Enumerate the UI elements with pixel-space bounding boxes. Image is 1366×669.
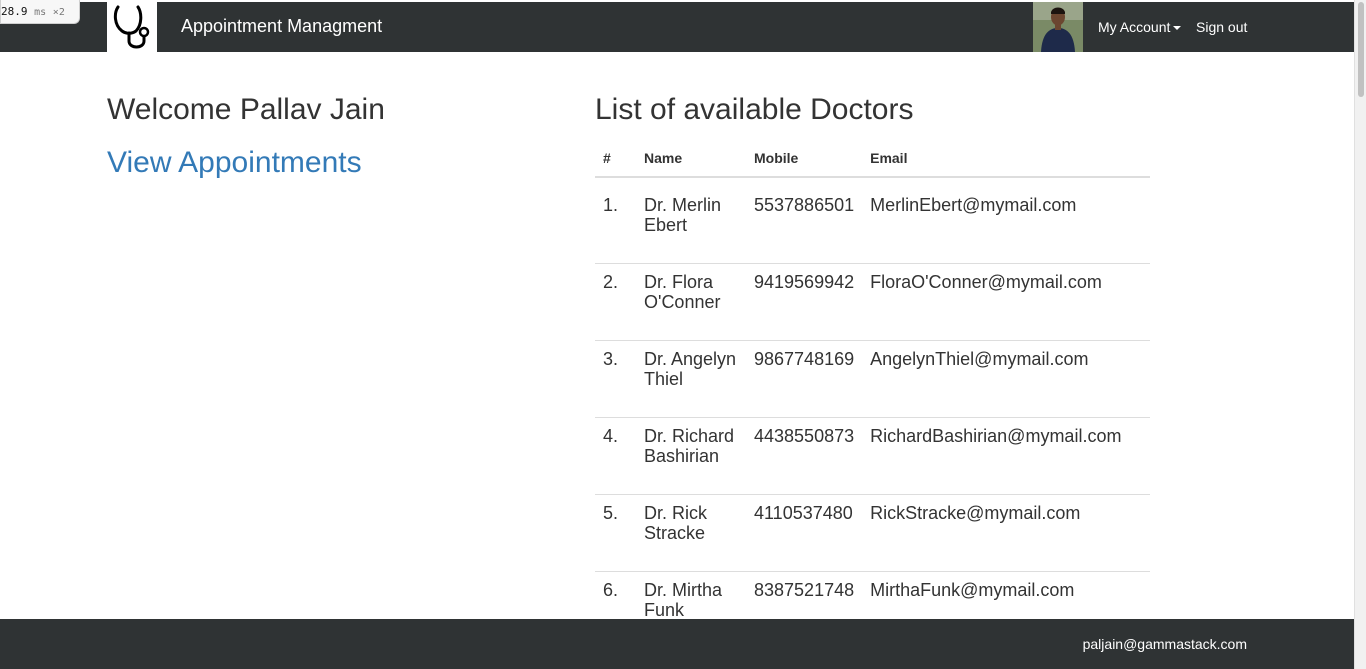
header-name: Name <box>636 140 746 178</box>
doctor-mobile: 5537886501 <box>746 177 863 264</box>
doctors-table: # Name Mobile Email 1. Dr. Merlin Ebert … <box>595 140 1150 649</box>
table-row: 3. Dr. Angelyn Thiel 9867748169 AngelynT… <box>595 340 1150 418</box>
doctor-name: Dr. Richard Bashirian <box>636 417 746 495</box>
scrollbar-thumb[interactable] <box>1358 2 1364 97</box>
doctors-list-title: List of available Doctors <box>595 93 914 126</box>
header-email: Email <box>862 140 1150 178</box>
avatar[interactable] <box>1033 2 1083 52</box>
logo[interactable] <box>107 2 157 52</box>
doctor-email: RichardBashirian@mymail.com <box>862 417 1150 495</box>
row-number: 2. <box>595 263 636 341</box>
sign-out-link[interactable]: Sign out <box>1196 18 1247 36</box>
doctor-name: Dr. Rick Stracke <box>636 494 746 572</box>
doctor-email: AngelynThiel@mymail.com <box>862 340 1150 418</box>
table-header-row: # Name Mobile Email <box>595 140 1150 178</box>
stethoscope-icon <box>113 5 150 49</box>
brand-title[interactable]: Appointment Managment <box>181 16 382 36</box>
table-row: 4. Dr. Richard Bashirian 4438550873 Rich… <box>595 417 1150 495</box>
table-row: 1. Dr. Merlin Ebert 5537886501 MerlinEbe… <box>595 177 1150 264</box>
perf-counter: 28.9 ms ×2 <box>0 0 80 24</box>
footer: paljain@gammastack.com <box>0 619 1354 669</box>
top-navbar: Appointment Managment My Account Sign ou… <box>0 2 1354 52</box>
header-number: # <box>595 140 636 178</box>
perf-multiplier: ×2 <box>52 7 65 18</box>
doctor-name: Dr. Flora O'Conner <box>636 263 746 341</box>
view-appointments-link[interactable]: View Appointments <box>107 147 362 179</box>
row-number: 4. <box>595 417 636 495</box>
avatar-photo <box>1033 2 1083 52</box>
doctor-mobile: 9419569942 <box>746 263 863 341</box>
perf-unit: ms <box>34 7 47 18</box>
doctor-email: FloraO'Conner@mymail.com <box>862 263 1150 341</box>
footer-email: paljain@gammastack.com <box>1082 636 1247 652</box>
row-number: 1. <box>595 177 636 264</box>
doctor-name: Dr. Angelyn Thiel <box>636 340 746 418</box>
header-mobile: Mobile <box>746 140 863 178</box>
my-account-label: My Account <box>1098 19 1171 35</box>
table-row: 2. Dr. Flora O'Conner 9419569942 FloraO'… <box>595 263 1150 341</box>
doctor-email: MerlinEbert@mymail.com <box>862 177 1150 264</box>
perf-value: 28.9 <box>1 5 28 18</box>
doctor-name: Dr. Merlin Ebert <box>636 177 746 264</box>
caret-down-icon <box>1173 26 1182 31</box>
doctor-mobile: 4110537480 <box>746 494 863 572</box>
welcome-heading: Welcome Pallav Jain <box>107 93 385 126</box>
doctor-mobile: 4438550873 <box>746 417 863 495</box>
doctor-email: RickStracke@mymail.com <box>862 494 1150 572</box>
table-row: 5. Dr. Rick Stracke 4110537480 RickStrac… <box>595 494 1150 572</box>
row-number: 3. <box>595 340 636 418</box>
doctor-mobile: 9867748169 <box>746 340 863 418</box>
my-account-dropdown[interactable]: My Account <box>1098 18 1182 36</box>
row-number: 5. <box>595 494 636 572</box>
page-scrollbar[interactable] <box>1354 0 1366 669</box>
